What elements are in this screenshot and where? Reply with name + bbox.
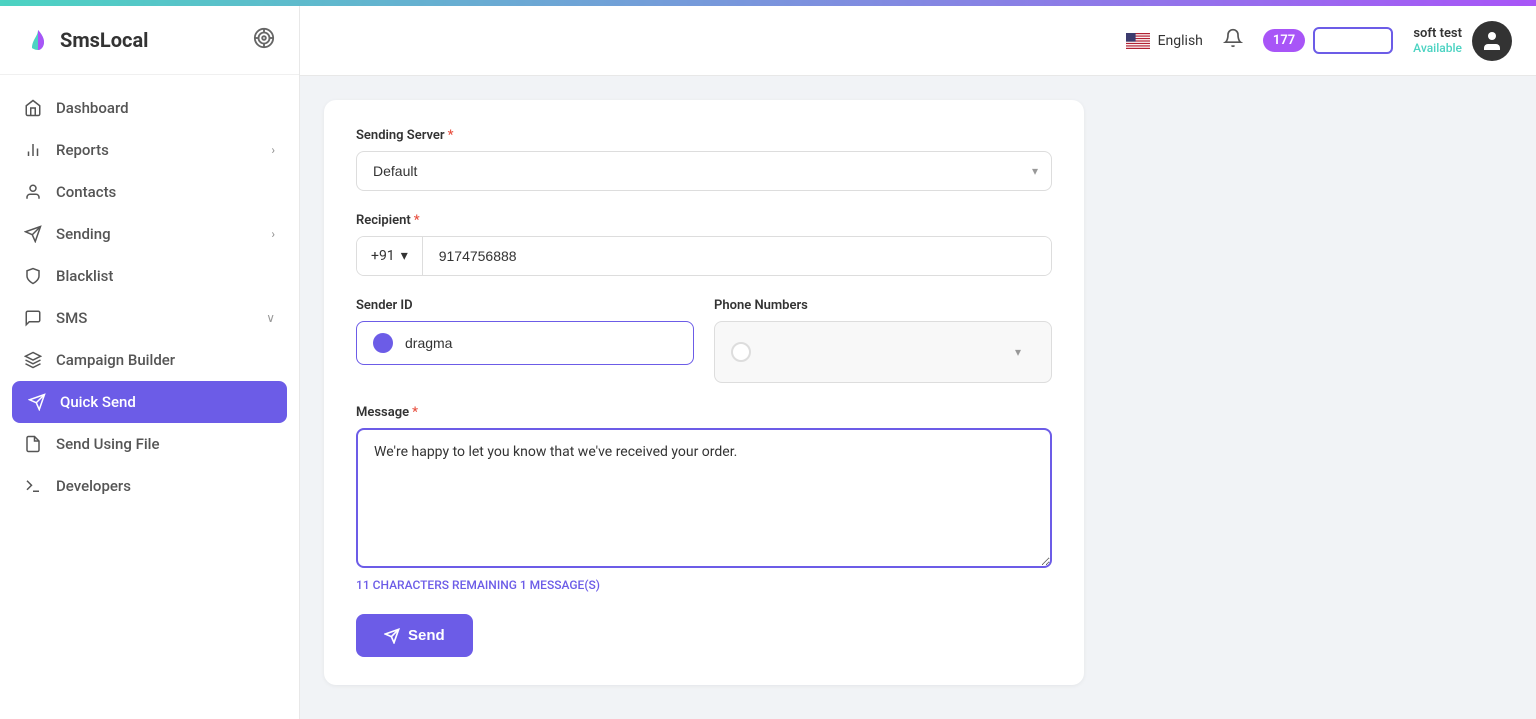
shield-icon [24, 267, 42, 285]
phone-numbers-field: ▾ [714, 321, 1052, 383]
sender-dot [373, 333, 393, 353]
sending-server-group: Sending Server * Default ▾ [356, 128, 1052, 191]
sender-id-label: Sender ID [356, 298, 694, 313]
sender-id-field [356, 321, 694, 365]
header: English 177 soft test Available [300, 6, 1536, 76]
sms-arrow: ∨ [266, 311, 275, 325]
user-name: soft test [1413, 26, 1462, 41]
sidebar-item-sending[interactable]: Sending › [0, 213, 299, 255]
terminal-icon [24, 477, 42, 495]
recipient-row: +91 ▾ [356, 236, 1052, 276]
phone-numbers-group: Phone Numbers ▾ [714, 298, 1052, 383]
reports-arrow: › [271, 143, 275, 157]
sending-arrow: › [271, 227, 275, 241]
sidebar-item-reports[interactable]: Reports › [0, 129, 299, 171]
language-selector[interactable]: English [1126, 33, 1203, 49]
logo-icon [24, 26, 52, 54]
avatar [1472, 21, 1512, 61]
sending-server-select[interactable]: Default [356, 151, 1052, 191]
credits-input[interactable] [1313, 27, 1393, 54]
sending-server-label: Sending Server * [356, 128, 1052, 143]
sidebar-item-quick-send[interactable]: Quick Send [12, 381, 287, 423]
language-label: English [1158, 33, 1203, 49]
file-icon [24, 435, 42, 453]
send-button[interactable]: Send [356, 614, 473, 657]
sidebar-item-sms[interactable]: SMS ∨ [0, 297, 299, 339]
user-info[interactable]: soft test Available [1413, 21, 1512, 61]
sidebar-navigation: Dashboard Reports › Contacts [0, 75, 299, 519]
credits-count: 177 [1263, 29, 1305, 52]
phone-toggle[interactable] [731, 342, 751, 362]
phone-numbers-label: Phone Numbers [714, 298, 1052, 313]
home-icon [24, 99, 42, 117]
sidebar-item-send-using-file[interactable]: Send Using File [0, 423, 299, 465]
phone-input[interactable] [423, 237, 1051, 275]
user-status: Available [1413, 41, 1462, 55]
bar-chart-icon [24, 141, 42, 159]
sidebar-item-campaign-builder[interactable]: Campaign Builder [0, 339, 299, 381]
recipient-label: Recipient * [356, 213, 1052, 228]
sidebar-item-contacts[interactable]: Contacts [0, 171, 299, 213]
char-count: 11 CHARACTERS REMAINING 1 MESSAGE(S) [356, 578, 1052, 592]
message-label: Message * [356, 405, 1052, 420]
page-content: Sending Server * Default ▾ Recipient * [300, 76, 1536, 719]
sending-server-select-wrapper: Default ▾ [356, 151, 1052, 191]
sidebar-item-developers[interactable]: Developers [0, 465, 299, 507]
flag-icon [1126, 33, 1150, 49]
country-code-label: +91 [371, 248, 395, 264]
sidebar-item-dashboard[interactable]: Dashboard [0, 87, 299, 129]
quick-send-icon [28, 393, 46, 411]
message-textarea[interactable]: We're happy to let you know that we've r… [356, 428, 1052, 568]
country-code-chevron: ▾ [401, 248, 408, 264]
recipient-group: Recipient * +91 ▾ [356, 213, 1052, 276]
main-content: English 177 soft test Available [300, 6, 1536, 719]
required-star-2: * [414, 213, 420, 228]
phone-numbers-select-wrapper: ▾ [763, 333, 1035, 371]
logo[interactable]: SmsLocal [24, 26, 148, 54]
credits-area: 177 [1263, 27, 1393, 54]
sidebar-item-blacklist[interactable]: Blacklist [0, 255, 299, 297]
send-button-icon [384, 628, 400, 644]
required-star-3: * [412, 405, 418, 420]
sender-id-group: Sender ID [356, 298, 694, 383]
message-icon [24, 309, 42, 327]
phone-numbers-select[interactable] [763, 333, 1035, 371]
target-icon [253, 27, 275, 49]
form-card: Sending Server * Default ▾ Recipient * [324, 100, 1084, 685]
sender-phone-row: Sender ID Phone Numbers [356, 298, 1052, 383]
user-icon [24, 183, 42, 201]
notification-bell[interactable] [1223, 28, 1243, 53]
send-button-label: Send [408, 627, 445, 644]
country-code-selector[interactable]: +91 ▾ [357, 237, 423, 275]
sidebar-logo: SmsLocal [0, 6, 299, 75]
message-group: Message * We're happy to let you know th… [356, 405, 1052, 592]
layers-icon [24, 351, 42, 369]
send-icon [24, 225, 42, 243]
sidebar-target-button[interactable] [253, 27, 275, 53]
sidebar: SmsLocal Dashboard [0, 6, 300, 719]
sender-id-input[interactable] [405, 335, 677, 351]
required-star-1: * [448, 128, 454, 143]
